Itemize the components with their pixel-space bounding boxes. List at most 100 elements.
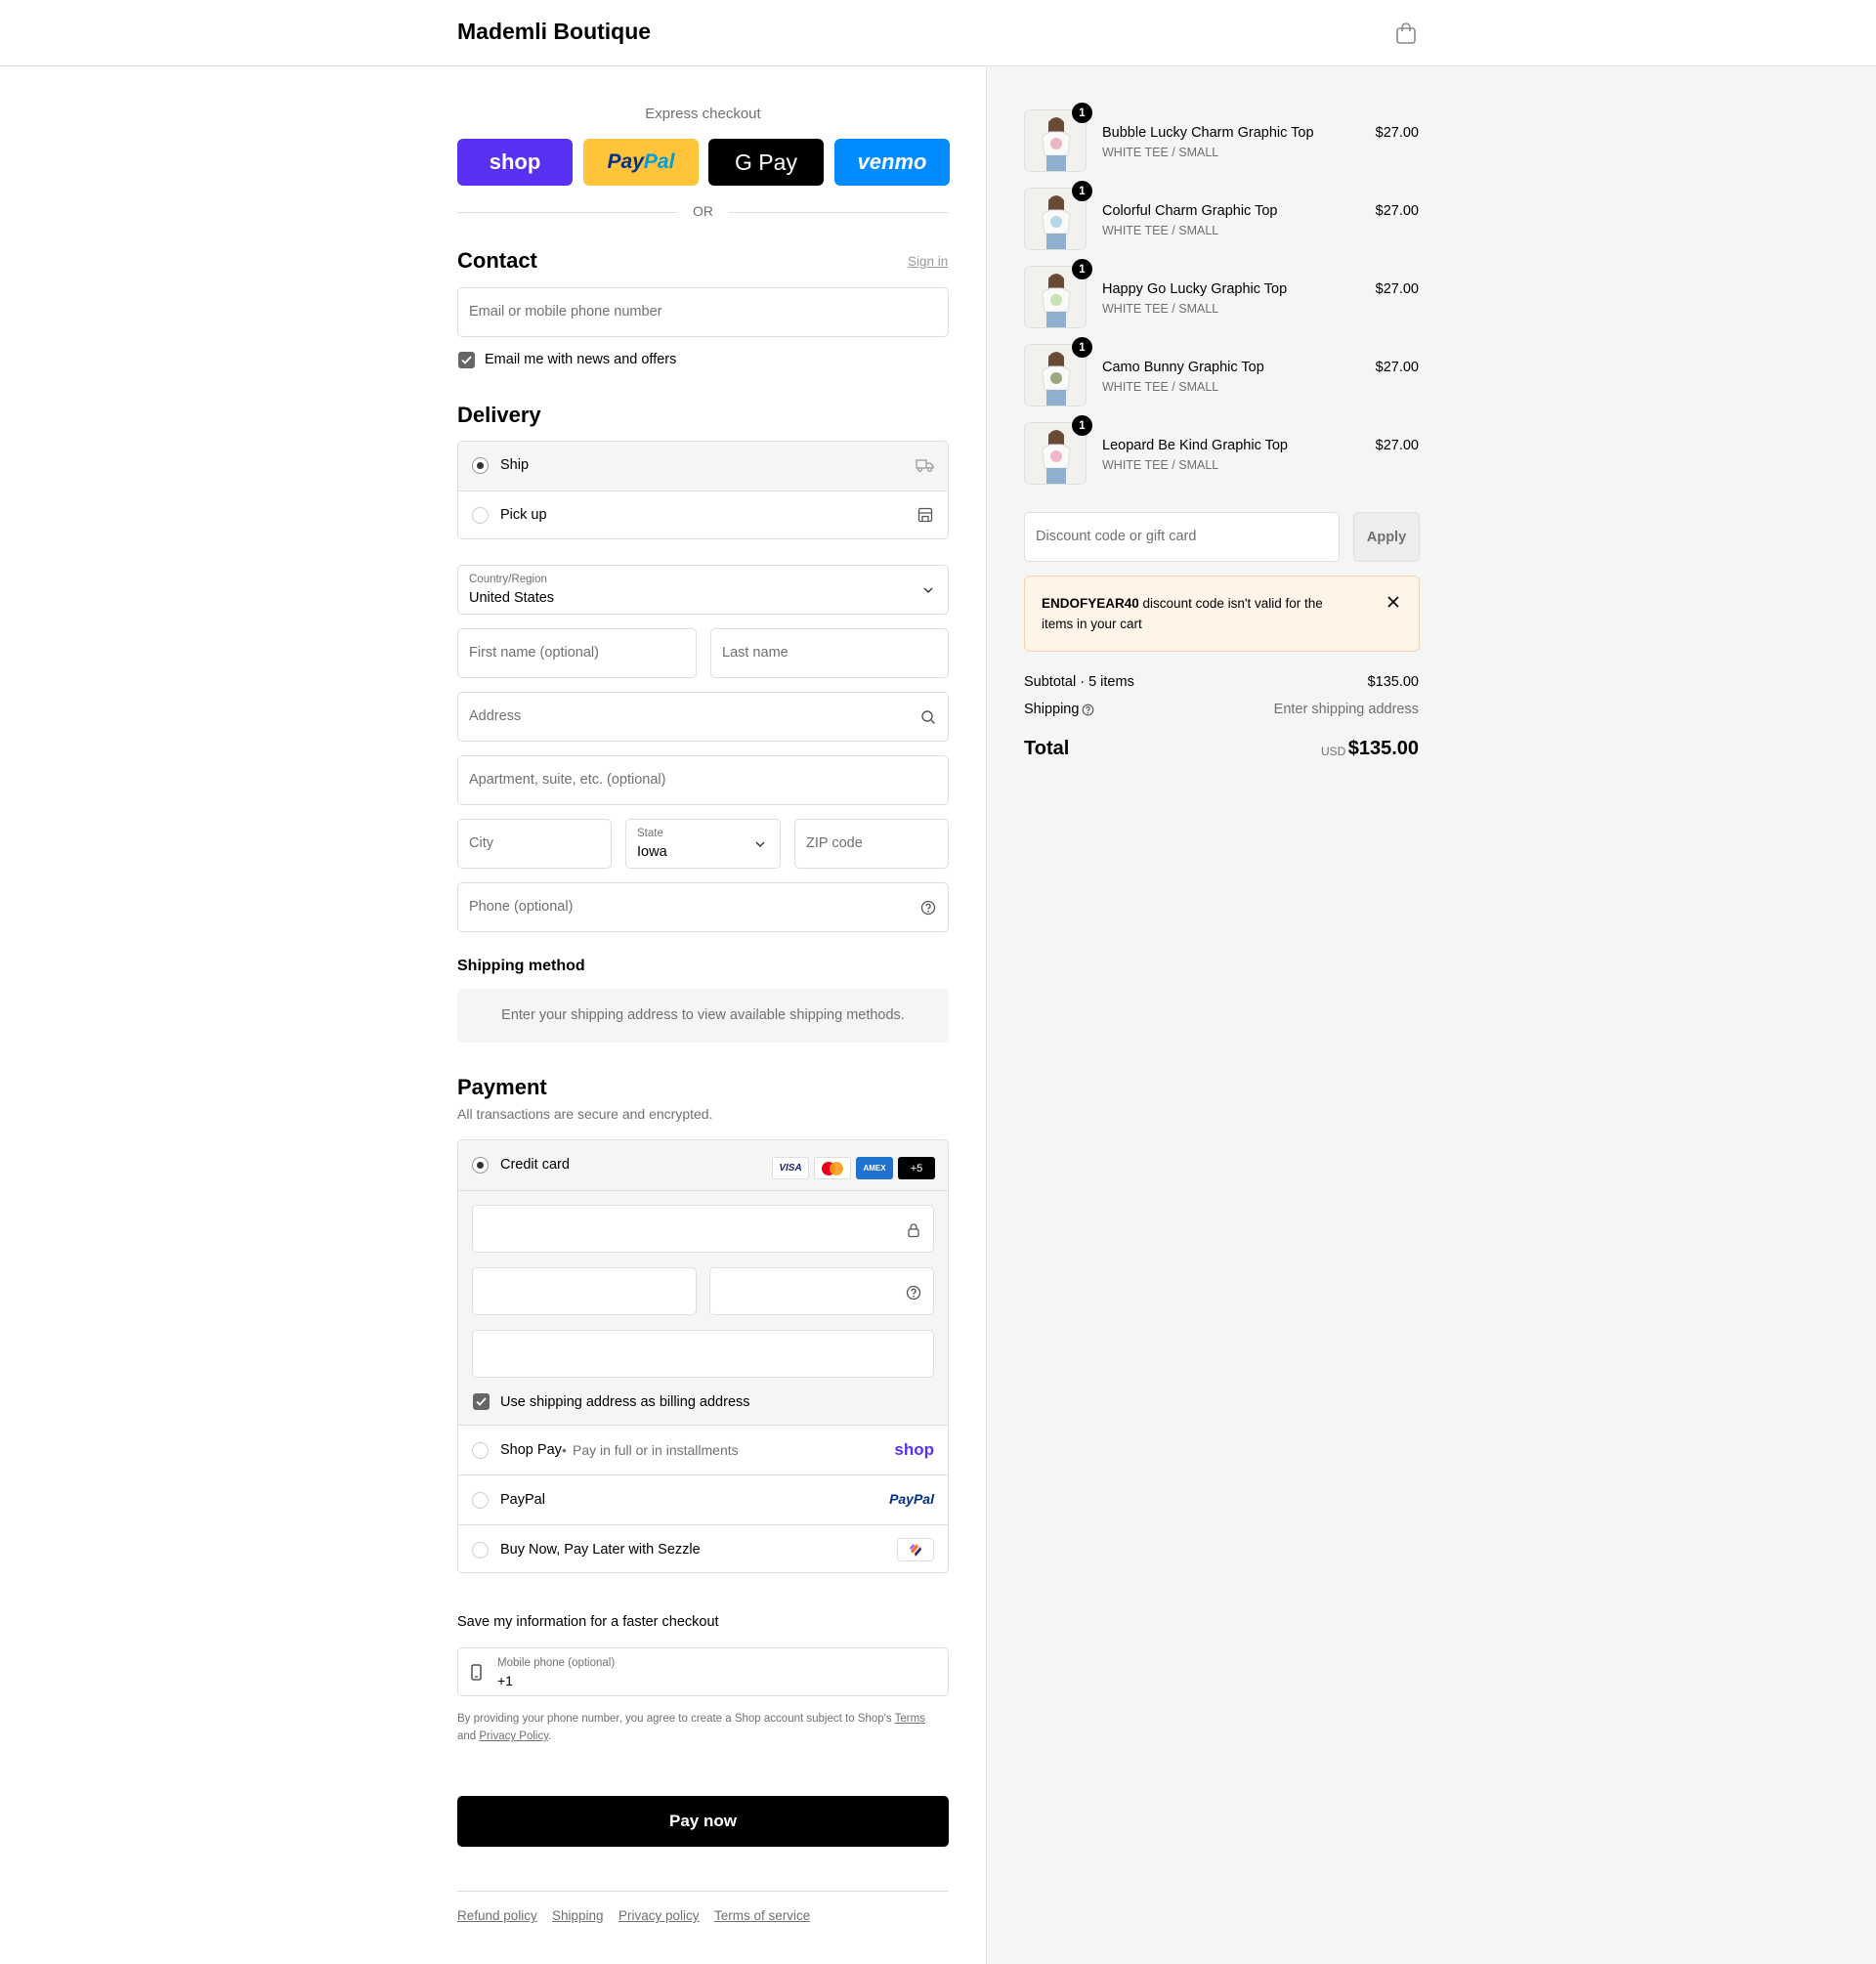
discount-code-field[interactable]: Discount code or gift card	[1024, 512, 1340, 562]
delivery-option-ship[interactable]: Ship	[458, 442, 948, 491]
shopping-bag-icon[interactable]	[1395, 21, 1417, 45]
address-placeholder: Address	[469, 708, 522, 724]
shop-pay-radio[interactable]	[472, 1442, 489, 1459]
order-summary-panel	[986, 67, 1876, 1964]
sezzle-radio[interactable]	[472, 1542, 489, 1558]
payment-options: Credit card VISA AMEX +5 Use shipping ad…	[457, 1139, 949, 1573]
chevron-down-icon	[923, 587, 933, 593]
name-on-card-field[interactable]	[472, 1330, 934, 1378]
ship-radio[interactable]	[472, 457, 489, 474]
sezzle-logo-icon	[897, 1538, 934, 1561]
privacy-policy-footer-link[interactable]: Privacy policy	[618, 1908, 700, 1923]
country-value: United States	[469, 590, 555, 606]
search-icon	[921, 710, 935, 724]
payment-option-credit-card[interactable]: Credit card VISA AMEX +5	[458, 1140, 948, 1190]
shop-pay-label: Shop Pay	[500, 1442, 562, 1458]
payment-option-sezzle[interactable]: Buy Now, Pay Later with Sezzle	[458, 1524, 948, 1572]
help-icon[interactable]	[1082, 704, 1094, 716]
mobile-phone-value: +1	[497, 1673, 513, 1688]
country-label: Country/Region	[469, 574, 547, 585]
product-variant: WHITE TEE / SMALL	[1102, 380, 1219, 394]
product-name: Bubble Lucky Charm Graphic Top	[1102, 125, 1314, 141]
total-currency: USD	[1321, 745, 1346, 758]
newsletter-label: Email me with news and offers	[485, 352, 677, 367]
shop-pay-express-button[interactable]: shop	[457, 139, 573, 186]
google-pay-express-button[interactable]: G Pay	[708, 139, 824, 186]
address-field[interactable]: Address	[457, 692, 949, 742]
pay-now-button[interactable]: Pay now	[457, 1796, 949, 1847]
express-checkout-label: Express checkout	[645, 106, 761, 122]
sign-in-link[interactable]: Sign in	[908, 254, 948, 269]
state-select[interactable]: State Iowa	[625, 819, 781, 869]
state-label: State	[637, 828, 663, 839]
quantity-badge: 1	[1072, 337, 1092, 358]
apartment-placeholder: Apartment, suite, etc. (optional)	[469, 772, 666, 788]
product-name: Leopard Be Kind Graphic Top	[1102, 438, 1288, 453]
quantity-badge: 1	[1072, 103, 1092, 123]
chevron-down-icon	[755, 841, 765, 847]
delivery-heading: Delivery	[457, 403, 541, 427]
security-code-field[interactable]	[709, 1267, 934, 1315]
delivery-option-pickup[interactable]: Pick up	[458, 491, 948, 538]
last-name-field[interactable]: Last name	[710, 628, 949, 678]
paypal-express-button[interactable]: PayPal	[583, 139, 699, 186]
store-logo[interactable]: Mademli Boutique	[457, 19, 651, 45]
truck-icon	[916, 459, 934, 472]
newsletter-checkbox[interactable]	[458, 352, 475, 368]
zip-placeholder: ZIP code	[806, 835, 863, 851]
ship-label: Ship	[500, 457, 530, 473]
card-number-field[interactable]	[472, 1205, 934, 1253]
billing-same-checkbox[interactable]	[473, 1393, 490, 1410]
apply-discount-button[interactable]: Apply	[1353, 512, 1420, 562]
paypal-radio[interactable]	[472, 1492, 489, 1509]
expiration-field[interactable]	[472, 1267, 697, 1315]
legal-period: .	[548, 1730, 552, 1742]
refund-policy-link[interactable]: Refund policy	[457, 1908, 537, 1923]
product-variant: WHITE TEE / SMALL	[1102, 146, 1219, 159]
credit-card-radio[interactable]	[472, 1157, 489, 1174]
paypal-logo: PayPal	[889, 1491, 934, 1507]
product-price: $27.00	[1375, 438, 1419, 453]
zip-field[interactable]: ZIP code	[794, 819, 949, 869]
city-placeholder: City	[469, 835, 493, 851]
state-value: Iowa	[637, 844, 667, 860]
city-field[interactable]: City	[457, 819, 612, 869]
first-name-field[interactable]: First name (optional)	[457, 628, 697, 678]
first-name-placeholder: First name (optional)	[469, 645, 599, 661]
venmo-express-button[interactable]: venmo	[834, 139, 950, 186]
payment-heading: Payment	[457, 1075, 547, 1099]
quantity-badge: 1	[1072, 259, 1092, 279]
phone-field[interactable]: Phone (optional)	[457, 882, 949, 932]
product-price: $27.00	[1375, 281, 1419, 297]
mastercard-icon	[814, 1157, 851, 1179]
privacy-policy-link[interactable]: Privacy Policy	[479, 1730, 548, 1742]
close-icon[interactable]	[1386, 594, 1401, 610]
payment-option-paypal[interactable]: PayPal PayPal	[458, 1474, 948, 1524]
country-select[interactable]: Country/Region United States	[457, 565, 949, 615]
paypal-label: PayPal	[500, 1492, 545, 1508]
discount-code-placeholder: Discount code or gift card	[1036, 529, 1197, 544]
delivery-options: Ship Pick up	[457, 441, 949, 539]
payment-option-shop-pay[interactable]: Shop Pay • Pay in full or in installment…	[458, 1425, 948, 1474]
header: Mademli Boutique	[0, 0, 1876, 66]
card-details-panel: Use shipping address as billing address	[458, 1190, 948, 1425]
shipping-value: Enter shipping address	[1273, 702, 1419, 717]
mobile-phone-field[interactable]: Mobile phone (optional) +1	[457, 1647, 949, 1696]
shipping-method-heading: Shipping method	[457, 958, 585, 974]
lock-icon	[908, 1223, 919, 1238]
email-placeholder: Email or mobile phone number	[469, 304, 662, 320]
shipping-method-notice: Enter your shipping address to view avai…	[457, 989, 949, 1043]
apartment-field[interactable]: Apartment, suite, etc. (optional)	[457, 755, 949, 805]
credit-card-label: Credit card	[500, 1157, 570, 1173]
email-field[interactable]: Email or mobile phone number	[457, 287, 949, 337]
terms-of-service-link[interactable]: Terms of service	[714, 1908, 810, 1923]
or-text: OR	[693, 203, 713, 219]
store-icon	[917, 507, 933, 523]
pickup-radio[interactable]	[472, 507, 489, 524]
shipping-label: Shipping	[1024, 702, 1080, 717]
total-label: Total	[1024, 738, 1070, 759]
help-icon[interactable]	[906, 1285, 921, 1301]
help-icon[interactable]	[920, 900, 936, 916]
terms-link[interactable]: Terms	[895, 1713, 925, 1725]
shipping-policy-link[interactable]: Shipping	[552, 1908, 604, 1923]
